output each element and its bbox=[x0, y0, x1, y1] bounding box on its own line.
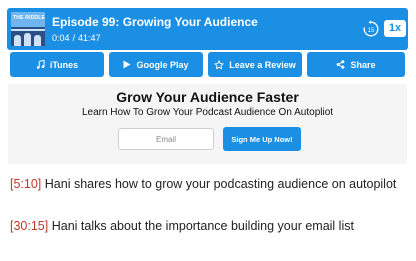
rewind-15-icon: 15 bbox=[363, 20, 379, 37]
podcast-player: THE RIDDLE Episode 99: Growing Your Audi… bbox=[7, 8, 408, 50]
timestamp-link[interactable]: [5:10] bbox=[10, 177, 41, 191]
timestamp-link[interactable]: [30:15] bbox=[10, 219, 48, 233]
current-time: 0:04 bbox=[52, 33, 70, 43]
sign-up-button[interactable]: Sign Me Up Now! bbox=[223, 127, 301, 151]
cover-brand-text: THE RIDDLE bbox=[13, 15, 45, 21]
itunes-label: iTunes bbox=[49, 59, 79, 70]
email-input[interactable] bbox=[118, 128, 214, 150]
google-play-label: Google Play bbox=[136, 59, 189, 70]
leave-review-button[interactable]: Leave a Review bbox=[208, 52, 302, 77]
itunes-button[interactable]: iTunes bbox=[10, 52, 104, 77]
playback-time: 0:04/41:47 bbox=[52, 33, 101, 43]
subscribe-buttons: iTunes Google Play Leave a Review Share bbox=[10, 52, 405, 77]
timestamp-item: [30:15] Hani talks about the importance … bbox=[10, 219, 354, 233]
share-icon bbox=[337, 60, 345, 69]
share-label: Share bbox=[350, 59, 376, 70]
google-play-button[interactable]: Google Play bbox=[109, 52, 203, 77]
optin-form: Grow Your Audience Faster Learn How To G… bbox=[8, 84, 407, 164]
leave-review-label: Leave a Review bbox=[229, 59, 296, 70]
play-icon bbox=[123, 60, 131, 69]
timestamp-description: Hani talks about the importance building… bbox=[51, 219, 354, 233]
timestamp-item: [5:10] Hani shares how to grow your podc… bbox=[10, 177, 396, 191]
music-note-icon bbox=[36, 60, 45, 69]
episode-title: Episode 99: Growing Your Audience bbox=[52, 15, 258, 29]
skip-seconds-label: 15 bbox=[368, 28, 375, 34]
playback-speed-button[interactable]: 1x bbox=[384, 20, 406, 37]
duration: 41:47 bbox=[78, 33, 101, 43]
star-icon bbox=[214, 59, 224, 69]
optin-title: Grow Your Audience Faster bbox=[116, 89, 299, 105]
timestamp-description: Hani shares how to grow your podcasting … bbox=[44, 177, 397, 191]
share-button[interactable]: Share bbox=[307, 52, 405, 77]
skip-back-button[interactable]: 15 bbox=[362, 20, 380, 38]
time-separator: / bbox=[72, 33, 76, 43]
optin-subtitle: Learn How To Grow Your Podcast Audience … bbox=[81, 107, 334, 118]
episode-cover-art: THE RIDDLE bbox=[11, 12, 45, 46]
